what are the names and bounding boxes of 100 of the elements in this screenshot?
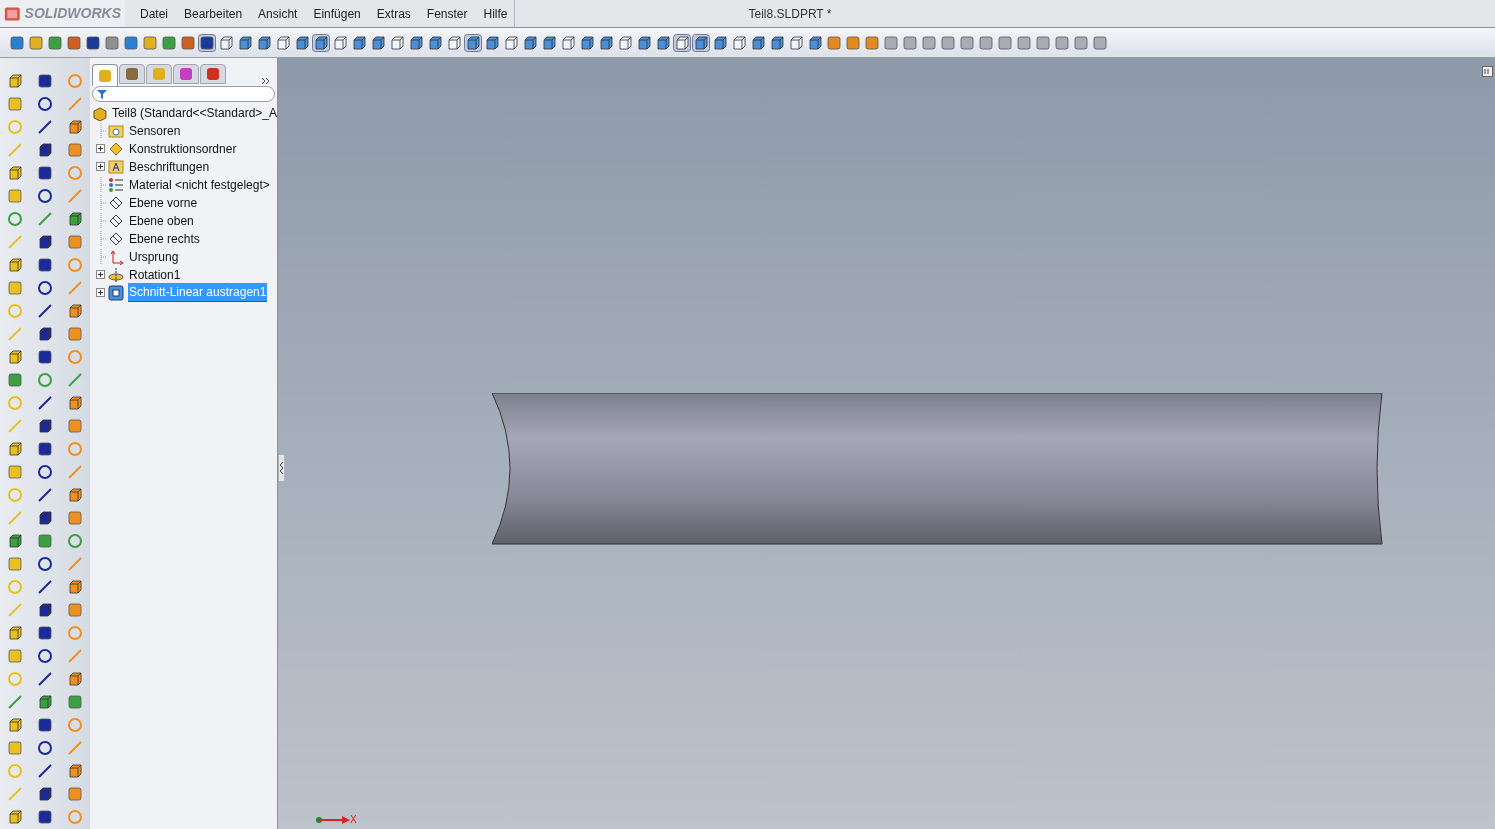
surface-icon[interactable] xyxy=(65,417,84,435)
sketch-tool-icon[interactable] xyxy=(35,440,54,458)
menu-item[interactable]: Fenster xyxy=(419,4,475,23)
feature-tool-icon[interactable] xyxy=(882,33,900,52)
tree-item[interactable]: Ebene rechts xyxy=(128,230,201,248)
menu-item[interactable]: Bearbeiten xyxy=(177,4,250,23)
cube-view-icon[interactable] xyxy=(730,33,748,52)
sketch-tool-icon[interactable] xyxy=(35,279,54,297)
cube-view-icon[interactable] xyxy=(616,33,634,52)
tree-item[interactable]: Ursprung xyxy=(128,248,180,266)
feature-tool-icon[interactable] xyxy=(1091,33,1109,52)
feature-icon[interactable] xyxy=(5,187,24,205)
cube-view-icon[interactable] xyxy=(369,33,387,52)
cube-view-icon[interactable] xyxy=(483,33,501,52)
cube-view-icon[interactable] xyxy=(787,33,805,52)
feature-tool-icon[interactable] xyxy=(996,33,1014,52)
feature-tool-icon[interactable] xyxy=(844,33,862,52)
cube-view-icon[interactable] xyxy=(749,33,767,52)
cube-view-icon[interactable] xyxy=(806,33,824,52)
sketch-tool-icon[interactable] xyxy=(35,187,54,205)
cube-view-icon[interactable] xyxy=(578,33,596,52)
cube-view-icon[interactable] xyxy=(236,33,254,52)
tree-root-label[interactable]: Teil8 (Standard<<Standard>_A xyxy=(111,104,277,122)
sketch-tool-icon[interactable] xyxy=(35,72,54,90)
menu-item[interactable]: Datei xyxy=(133,4,175,23)
surface-icon[interactable] xyxy=(65,785,84,803)
cube-view-icon[interactable] xyxy=(464,33,482,52)
cube-view-icon[interactable] xyxy=(350,33,368,52)
tree-item[interactable]: Material <nicht festgelegt> xyxy=(128,176,271,194)
feature-icon[interactable] xyxy=(5,279,24,297)
feature-tool-icon[interactable] xyxy=(901,33,919,52)
sketch-tool-icon[interactable] xyxy=(35,555,54,573)
feature-tool-icon[interactable] xyxy=(825,33,843,52)
surface-icon[interactable] xyxy=(65,693,84,711)
cube-view-icon[interactable] xyxy=(293,33,311,52)
cube-view-icon[interactable] xyxy=(502,33,520,52)
surface-icon[interactable] xyxy=(65,233,84,251)
tree-item[interactable]: Sensoren xyxy=(128,122,182,140)
sketch-tool-icon[interactable] xyxy=(35,348,54,366)
cube-view-icon[interactable] xyxy=(654,33,672,52)
feature-tool-icon[interactable] xyxy=(1072,33,1090,52)
sketch-tool-icon[interactable] xyxy=(35,256,54,274)
cube-view-icon[interactable] xyxy=(426,33,444,52)
cube-view-icon[interactable] xyxy=(635,33,653,52)
feature-tool-icon[interactable] xyxy=(977,33,995,52)
surface-icon[interactable] xyxy=(65,601,84,619)
cube-view-icon[interactable] xyxy=(559,33,577,52)
collapse-handle-icon[interactable] xyxy=(278,454,285,482)
appearance-tab[interactable] xyxy=(200,64,226,84)
cube-view-icon[interactable] xyxy=(255,33,273,52)
sketch-tool-icon[interactable] xyxy=(35,647,54,665)
cube-view-icon[interactable] xyxy=(388,33,406,52)
sketch-tool-icon[interactable] xyxy=(35,716,54,734)
cube-view-icon[interactable] xyxy=(597,33,615,52)
surface-icon[interactable] xyxy=(65,325,84,343)
dimension-tab[interactable] xyxy=(173,64,199,84)
feature-icon[interactable] xyxy=(5,647,24,665)
cube-view-icon[interactable] xyxy=(711,33,729,52)
feature-tool-icon[interactable] xyxy=(863,33,881,52)
feature-tree-tab[interactable] xyxy=(92,64,118,86)
cube-view-icon[interactable] xyxy=(445,33,463,52)
feature-tool-icon[interactable] xyxy=(1015,33,1033,52)
sketch-tool-icon[interactable] xyxy=(35,739,54,757)
feature-tool-icon[interactable] xyxy=(920,33,938,52)
filter-field[interactable] xyxy=(92,86,275,102)
feature-tool-icon[interactable] xyxy=(1034,33,1052,52)
feature-tool-icon[interactable] xyxy=(939,33,957,52)
tree-item[interactable]: Ebene oben xyxy=(128,212,195,230)
sketch-tool-icon[interactable] xyxy=(35,164,54,182)
sketch-tool-icon[interactable] xyxy=(35,624,54,642)
menu-item[interactable]: Hilfe xyxy=(476,4,515,23)
menu-item[interactable]: Einfügen xyxy=(306,4,368,23)
property-tab[interactable] xyxy=(119,64,145,84)
menu-item[interactable]: Ansicht xyxy=(251,4,305,23)
cube-view-icon[interactable] xyxy=(312,33,330,52)
cube-view-icon[interactable] xyxy=(407,33,425,52)
menu-item[interactable]: Extras xyxy=(369,4,418,23)
tree-item[interactable]: Konstruktionsordner xyxy=(128,140,238,158)
feature-icon[interactable] xyxy=(5,463,24,481)
panel-toggle-icon[interactable] xyxy=(1482,66,1493,77)
tree-item[interactable]: Ebene vorne xyxy=(128,194,199,212)
cube-view-icon[interactable] xyxy=(331,33,349,52)
feature-icon[interactable] xyxy=(5,739,24,757)
cube-view-icon[interactable] xyxy=(217,33,235,52)
cube-view-icon[interactable] xyxy=(274,33,292,52)
feature-icon[interactable] xyxy=(5,95,24,113)
sketch-tool-icon[interactable] xyxy=(35,463,54,481)
tree-item[interactable]: Beschriftungen xyxy=(128,158,211,176)
cube-view-icon[interactable] xyxy=(521,33,539,52)
surface-icon[interactable] xyxy=(65,141,84,159)
cube-view-icon[interactable] xyxy=(540,33,558,52)
sketch-tool-icon[interactable] xyxy=(35,95,54,113)
feature-icon[interactable] xyxy=(5,555,24,573)
cube-view-icon[interactable] xyxy=(692,33,710,52)
tree-item[interactable]: Rotation1 xyxy=(128,266,182,284)
sketch-tool-icon[interactable] xyxy=(35,808,54,826)
cube-view-icon[interactable] xyxy=(673,33,691,52)
cube-view-icon[interactable] xyxy=(768,33,786,52)
feature-tool-icon[interactable] xyxy=(958,33,976,52)
surface-icon[interactable] xyxy=(65,509,84,527)
